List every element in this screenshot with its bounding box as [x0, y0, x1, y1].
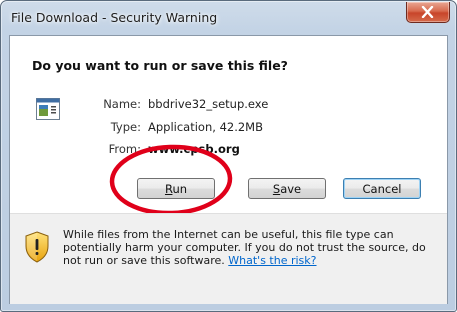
name-label: Name:	[103, 97, 141, 111]
red-circle-annotation	[109, 144, 233, 216]
save-label: ave	[280, 182, 302, 196]
dialog-question: Do you want to run or save this file?	[32, 58, 288, 73]
security-warning-text: While files from the Internet can be use…	[63, 228, 438, 267]
application-file-icon	[36, 98, 60, 120]
dialog-content: Do you want to run or save this file? Na…	[9, 35, 448, 304]
whats-the-risk-link[interactable]: What's the risk?	[228, 254, 316, 267]
security-shield-icon	[25, 231, 49, 263]
type-label: Type:	[110, 120, 141, 134]
title-bar[interactable]: File Download - Security Warning	[1, 1, 456, 35]
download-dialog-window: File Download - Security Warning Do you …	[0, 0, 457, 312]
security-warning-footer: While files from the Internet can be use…	[10, 213, 447, 304]
window-title: File Download - Security Warning	[11, 10, 218, 25]
close-button[interactable]	[406, 2, 450, 23]
file-type-value: Application, 42.2MB	[148, 120, 263, 134]
save-button[interactable]: Save	[248, 178, 326, 199]
file-name-value: bbdrive32_setup.exe	[148, 97, 269, 111]
close-icon	[421, 6, 434, 18]
cancel-button[interactable]: Cancel	[343, 178, 421, 199]
